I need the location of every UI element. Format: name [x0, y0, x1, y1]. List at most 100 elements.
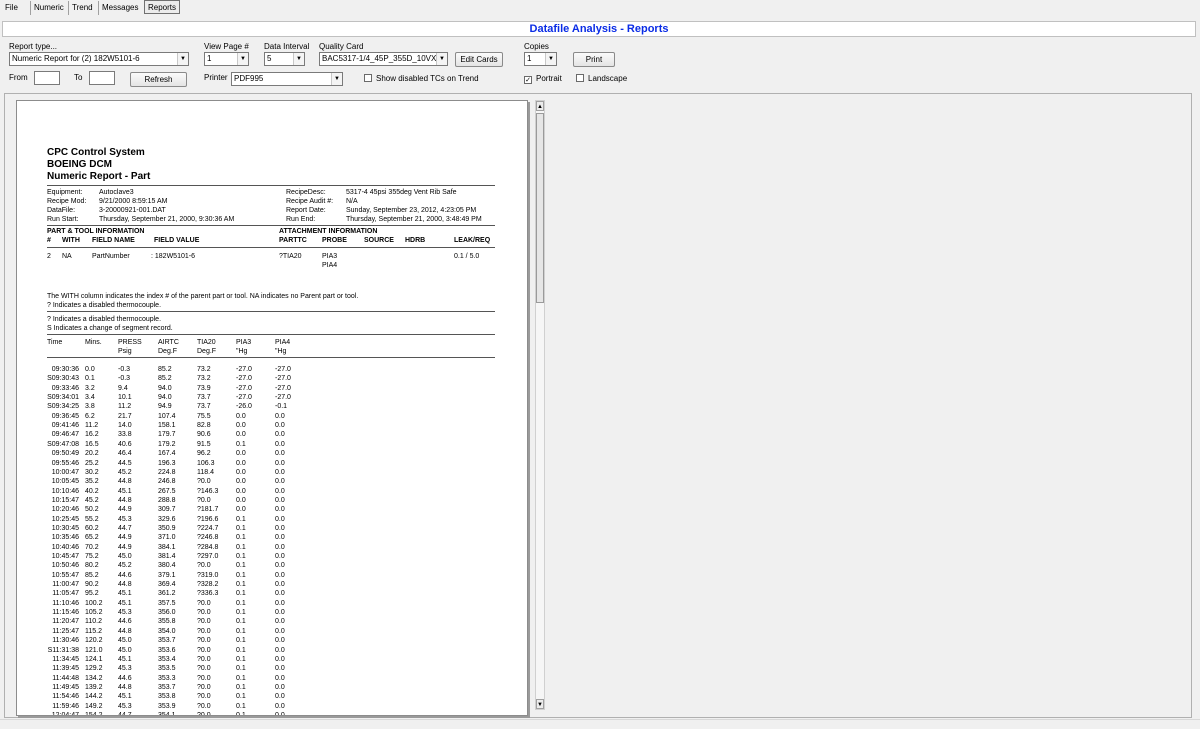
- data-column-unit: Deg.F: [197, 348, 217, 355]
- table-cell: ?0.0: [197, 655, 211, 663]
- menu-tab-bar: File Numeric Trend Messages Reports: [0, 0, 1200, 15]
- table-cell: 0.0: [236, 450, 246, 458]
- chevron-down-icon[interactable]: ▼: [237, 53, 248, 65]
- show-disabled-label: Show disabled TCs on Trend: [376, 74, 479, 83]
- table-cell: 115.2: [85, 627, 102, 635]
- col-header: PARTTC: [279, 237, 307, 244]
- tab-numeric[interactable]: Numeric: [30, 1, 67, 15]
- note-segment: S Indicates a change of segment record.: [47, 325, 173, 332]
- copies-value: 1: [527, 54, 532, 63]
- table-cell: 0.1: [236, 534, 246, 542]
- table-cell: 0.1: [236, 646, 246, 654]
- chevron-down-icon[interactable]: ▼: [436, 53, 447, 65]
- data-interval-select[interactable]: 5 ▼: [264, 52, 305, 66]
- table-cell: 0.0: [236, 422, 246, 430]
- edit-cards-button[interactable]: Edit Cards: [455, 52, 503, 67]
- table-cell: ?0.0: [197, 674, 211, 682]
- from-label: From: [9, 73, 28, 82]
- table-cell: 09:41:46: [51, 422, 79, 430]
- table-row: 10:55:47 85.2 44.6 379.1 ?319.0 0.1 0.0: [17, 571, 527, 580]
- table-cell: -0.3: [118, 375, 131, 383]
- divider: [47, 225, 495, 226]
- to-input[interactable]: [89, 71, 115, 85]
- checkbox-box[interactable]: [576, 74, 584, 82]
- table-cell: 11:49:45: [52, 683, 79, 691]
- tab-file[interactable]: File: [2, 1, 21, 15]
- table-row: 09:50:49 20.2 46.4 167.4 96.2 0.0 0.0: [17, 449, 527, 458]
- table-cell: 0.0: [275, 412, 285, 420]
- table-cell: 0.0: [275, 478, 285, 486]
- from-input[interactable]: [34, 71, 60, 85]
- table-cell: 3.8: [85, 403, 95, 411]
- table-cell: 179.7: [158, 431, 176, 439]
- report-type-label: Report type...: [9, 42, 58, 51]
- table-row: S09:34:25 3.8 11.2 94.9 73.7 -26.0 -0.1: [17, 402, 527, 411]
- meta-key: Run End:: [286, 216, 316, 223]
- vertical-scrollbar[interactable]: ▲ ▼: [535, 100, 545, 710]
- scroll-thumb[interactable]: [536, 113, 544, 303]
- table-cell: 369.4: [158, 581, 176, 589]
- meta-value: 9/21/2000 8:59:15 AM: [99, 198, 168, 205]
- copies-select[interactable]: 1 ▼: [524, 52, 557, 66]
- tab-messages[interactable]: Messages: [98, 1, 141, 15]
- divider: [47, 185, 495, 186]
- table-cell: 45.1: [118, 487, 132, 495]
- printer-select[interactable]: PDF995 ▼: [231, 72, 343, 86]
- table-cell: 10:15:47: [51, 496, 79, 504]
- print-button[interactable]: Print: [573, 52, 615, 67]
- table-cell: 0.0: [275, 450, 285, 458]
- table-cell: 0.0: [275, 693, 285, 701]
- scroll-up-icon[interactable]: ▲: [536, 101, 544, 111]
- table-row: 11:20:47 110.2 44.6 355.8 ?0.0 0.1 0.0: [17, 617, 527, 626]
- table-cell: 30.2: [85, 468, 99, 476]
- report-viewer[interactable]: CPC Control System BOEING DCM Numeric Re…: [4, 93, 1192, 718]
- table-cell: 09:46:47: [51, 431, 79, 439]
- portrait-checkbox[interactable]: ✓ Portrait: [524, 74, 562, 84]
- checkbox-box[interactable]: [364, 74, 372, 82]
- show-disabled-checkbox[interactable]: Show disabled TCs on Trend: [364, 74, 479, 84]
- report-type-select[interactable]: Numeric Report for (2) 182W5101-6 ▼: [9, 52, 189, 66]
- data-column-header: PRESS: [118, 339, 142, 346]
- chevron-down-icon[interactable]: ▼: [177, 53, 188, 65]
- table-cell: 11:44:48: [52, 674, 79, 682]
- meta-value: Thursday, September 21, 2000, 9:30:36 AM: [99, 216, 235, 223]
- landscape-checkbox[interactable]: Landscape: [576, 74, 627, 84]
- checkmark-icon[interactable]: ✓: [524, 76, 532, 84]
- col-header: HDRB: [405, 237, 426, 244]
- meta-key: DataFile:: [47, 207, 76, 214]
- table-cell: ?146.3: [197, 487, 219, 495]
- quality-card-select[interactable]: BAC5317-1/4_45P_355D_10VX ▼: [319, 52, 448, 66]
- table-cell: 0.0: [275, 562, 285, 570]
- table-cell: 45.2: [85, 496, 99, 504]
- view-page-select[interactable]: 1 ▼: [204, 52, 249, 66]
- table-cell: 10:35:46: [51, 534, 79, 542]
- table-cell: 96.2: [197, 450, 211, 458]
- table-cell: 139.2: [85, 683, 103, 691]
- table-cell: 44.8: [118, 478, 132, 486]
- table-cell: 0.0: [236, 506, 246, 514]
- chevron-down-icon[interactable]: ▼: [293, 53, 304, 65]
- tab-trend[interactable]: Trend: [68, 1, 96, 15]
- table-cell: 0.1: [236, 627, 246, 635]
- table-cell: -27.0: [236, 375, 252, 383]
- table-cell: 134.2: [85, 674, 103, 682]
- refresh-button[interactable]: Refresh: [130, 72, 187, 87]
- table-cell: ?0.0: [197, 618, 211, 626]
- table-cell: 353.7: [158, 683, 176, 691]
- meta-key: Recipe Mod:: [47, 198, 87, 205]
- table-cell: 44.6: [118, 618, 132, 626]
- table-cell: 0.1: [236, 440, 246, 448]
- table-cell: 0.0: [236, 431, 246, 439]
- table-cell: 80.2: [85, 562, 99, 570]
- col-header: #: [47, 237, 51, 244]
- table-cell: 0.0: [275, 618, 285, 626]
- chevron-down-icon[interactable]: ▼: [545, 53, 556, 65]
- table-cell: 10:40:46: [51, 543, 79, 551]
- table-cell: ?0.0: [197, 609, 211, 617]
- table-cell: ?0.0: [197, 665, 211, 673]
- scroll-down-icon[interactable]: ▼: [536, 699, 544, 709]
- chevron-down-icon[interactable]: ▼: [331, 73, 342, 85]
- meta-value: 3-20000921-001.DAT: [99, 207, 166, 214]
- tab-reports[interactable]: Reports: [144, 0, 181, 14]
- table-cell: 70.2: [85, 543, 99, 551]
